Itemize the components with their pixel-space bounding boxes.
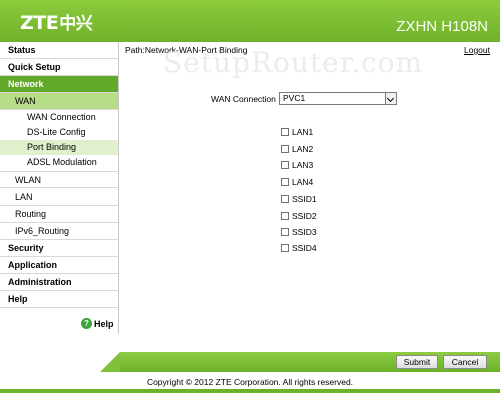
- question-circle-icon: ?: [81, 318, 92, 329]
- bottom-divider: [0, 389, 500, 393]
- sidebar-item-administration[interactable]: Administration: [0, 274, 118, 291]
- sidebar-item-label: Routing: [15, 209, 47, 219]
- sidebar-item-label: Security: [8, 243, 44, 253]
- binding-row-lan2: LAN2: [281, 144, 313, 154]
- sidebar-item-quick-setup[interactable]: Quick Setup: [0, 59, 118, 76]
- sidebar-item-label: DS-Lite Config: [27, 127, 86, 137]
- wan-connection-label: WAN Connection: [211, 94, 276, 104]
- sidebar-item-label: WAN Connection: [27, 112, 96, 122]
- sidebar-item-wan[interactable]: WAN: [0, 93, 118, 110]
- binding-label: SSID4: [292, 243, 317, 253]
- lan1-checkbox[interactable]: [281, 128, 289, 136]
- ssid1-checkbox[interactable]: [281, 195, 289, 203]
- watermark: SetupRouter.com: [163, 46, 424, 79]
- ssid4-checkbox[interactable]: [281, 244, 289, 252]
- sidebar-item-network[interactable]: Network: [0, 76, 118, 93]
- ssid3-checkbox[interactable]: [281, 228, 289, 236]
- logo-text-cn: 中兴: [59, 14, 93, 34]
- logo-text: ZTE: [20, 12, 59, 34]
- sidebar-item-label: WAN: [15, 96, 36, 106]
- logout-link[interactable]: Logout: [464, 45, 490, 55]
- model-name: ZXHN H108N: [396, 18, 488, 35]
- zte-logo: ZTE中兴: [20, 9, 93, 34]
- wan-connection-value: PVC1: [283, 93, 306, 103]
- sidebar-item-label: Application: [8, 260, 57, 270]
- sidebar-item-label: Network: [8, 79, 44, 89]
- sidebar-item-status[interactable]: Status: [0, 42, 118, 59]
- sidebar-item-security[interactable]: Security: [0, 240, 118, 257]
- sidebar-item-label: LAN: [15, 192, 33, 202]
- sidebar-item-label: Administration: [8, 277, 72, 287]
- sidebar-item-label: Quick Setup: [8, 62, 61, 72]
- sidebar-item-ds-lite-config[interactable]: DS-Lite Config: [0, 125, 118, 140]
- binding-row-ssid2: SSID2: [281, 211, 317, 221]
- header-bar: ZTE中兴 ZXHN H108N: [0, 0, 500, 42]
- submit-button[interactable]: Submit: [396, 355, 438, 369]
- binding-row-lan1: LAN1: [281, 127, 313, 137]
- sidebar-item-label: WLAN: [15, 175, 42, 185]
- lan3-checkbox[interactable]: [281, 161, 289, 169]
- sidebar: Status Quick Setup Network WAN WAN Conne…: [0, 42, 119, 334]
- wan-connection-select[interactable]: PVC1: [279, 92, 397, 105]
- sidebar-item-label: IPv6_Routing: [15, 226, 70, 236]
- binding-label: LAN4: [292, 177, 314, 187]
- binding-label: SSID1: [292, 194, 317, 204]
- footer-wedge: [100, 352, 120, 372]
- sidebar-item-lan[interactable]: LAN: [0, 189, 118, 206]
- sidebar-item-wan-connection[interactable]: WAN Connection: [0, 110, 118, 125]
- binding-row-ssid4: SSID4: [281, 243, 317, 253]
- sidebar-item-label: Port Binding: [27, 142, 77, 152]
- binding-label: SSID2: [292, 211, 317, 221]
- binding-row-lan3: LAN3: [281, 160, 313, 170]
- copyright-text: Copyright © 2012 ZTE Corporation. All ri…: [146, 377, 354, 387]
- sidebar-item-label: Status: [8, 45, 36, 55]
- cancel-button[interactable]: Cancel: [443, 355, 487, 369]
- sidebar-item-help[interactable]: Help: [0, 291, 118, 308]
- sidebar-item-wlan[interactable]: WLAN: [0, 171, 118, 188]
- sidebar-item-adsl-modulation[interactable]: ADSL Modulation: [0, 155, 118, 170]
- binding-row-ssid3: SSID3: [281, 227, 317, 237]
- sidebar-item-label: Help: [8, 294, 28, 304]
- binding-row-ssid1: SSID1: [281, 194, 317, 204]
- lan2-checkbox[interactable]: [281, 145, 289, 153]
- ssid2-checkbox[interactable]: [281, 212, 289, 220]
- binding-label: LAN2: [292, 144, 314, 154]
- sidebar-item-ipv6-routing[interactable]: IPv6_Routing: [0, 223, 118, 240]
- lan4-checkbox[interactable]: [281, 178, 289, 186]
- help-link[interactable]: ? Help: [81, 318, 114, 329]
- sidebar-item-label: ADSL Modulation: [27, 157, 97, 167]
- sidebar-item-application[interactable]: Application: [0, 257, 118, 274]
- binding-row-lan4: LAN4: [281, 177, 313, 187]
- chevron-down-icon: [385, 93, 396, 104]
- binding-label: LAN3: [292, 160, 314, 170]
- help-link-label: Help: [94, 318, 114, 329]
- sidebar-item-port-binding[interactable]: Port Binding: [0, 140, 118, 155]
- binding-label: LAN1: [292, 127, 314, 137]
- sidebar-item-routing[interactable]: Routing: [0, 206, 118, 223]
- binding-label: SSID3: [292, 227, 317, 237]
